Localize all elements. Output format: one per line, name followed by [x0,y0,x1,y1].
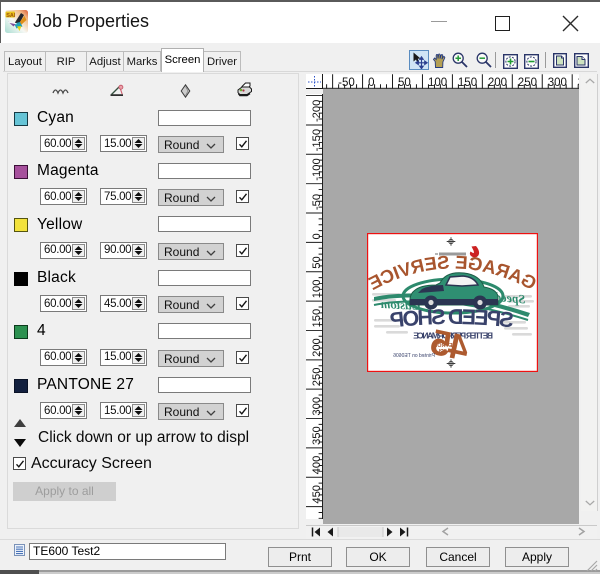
svg-text:300: 300 [311,397,323,416]
svg-text:400: 400 [311,455,323,474]
svg-text:350: 350 [311,426,323,445]
svg-text:Printed on TE0606: Printed on TE0606 [393,353,435,359]
svg-text:200: 200 [311,338,323,357]
svg-text:100: 100 [428,77,447,89]
svg-text:-50: -50 [311,193,323,209]
svg-text:200: 200 [488,77,507,89]
svg-text:250: 250 [311,367,323,386]
svg-text:150: 150 [311,308,323,327]
svg-text:-50: -50 [339,77,356,89]
svg-text:50: 50 [311,256,323,268]
svg-text:300: 300 [548,77,567,89]
svg-text:-150: -150 [311,128,323,150]
svg-text:0: 0 [311,233,323,239]
svg-text:50: 50 [398,77,411,89]
svg-text:450: 450 [311,485,323,504]
svg-text:-200: -200 [311,99,323,121]
svg-text:150: 150 [458,77,477,89]
svg-text:0: 0 [368,77,374,89]
svg-text:250: 250 [518,77,537,89]
svg-text:-100: -100 [311,158,323,180]
svg-text:SAI: SAI [6,13,16,19]
svg-text:100: 100 [311,279,323,298]
svg-text:350: 350 [578,77,579,89]
